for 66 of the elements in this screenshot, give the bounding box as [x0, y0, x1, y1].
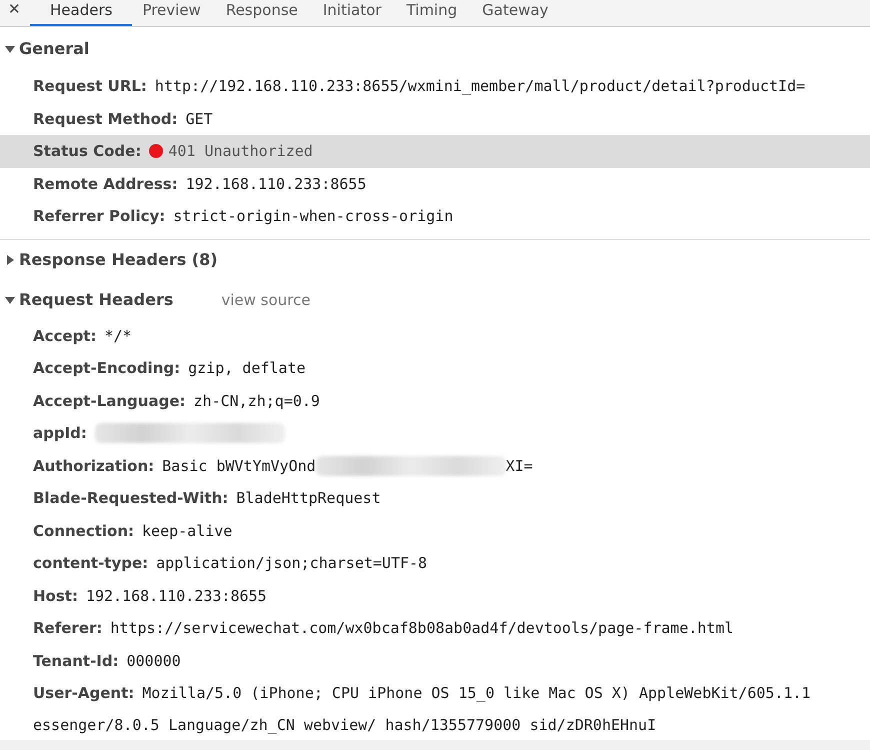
tab[interactable]: Response — [216, 0, 313, 26]
header-value: 192.168.110.233:8655 — [86, 586, 267, 605]
header-row[interactable]: Request Method: GET — [0, 102, 870, 135]
header-name: Accept-Encoding: — [33, 359, 180, 378]
header-value: 000000 — [126, 652, 181, 670]
header-name: Authorization: — [33, 456, 154, 475]
header-name: content-type: — [33, 554, 148, 572]
header-value: http://192.168.110.233:8655/wxmini_member/mall/product/detail?productId= — [154, 77, 806, 96]
header-value: Mozilla/5.0 (iPhone; CPU iPhone OS 15_0 like Mac OS X) AppleWebKit/605.1.1 — [142, 684, 811, 702]
header-name: Remote Address: — [33, 174, 178, 193]
header-row[interactable]: Accept-Encoding: gzip, deflate — [0, 352, 870, 384]
header-name: Status Code: — [33, 142, 142, 160]
tab[interactable]: Headers — [30, 0, 132, 26]
header-value: gzip, deflate — [188, 359, 306, 378]
expanded-triangle-icon[interactable] — [5, 44, 15, 54]
expanded-triangle-icon[interactable] — [5, 294, 15, 304]
collapsed-triangle-icon[interactable] — [5, 254, 15, 264]
header-row[interactable]: Connection: keep-alive — [0, 514, 870, 547]
header-row[interactable]: Authorization: Basic bWVtYmVyOnd XI= — [0, 450, 870, 482]
header-row[interactable]: Accept: */* — [0, 320, 870, 352]
header-value: BladeHttpRequest — [236, 489, 381, 508]
header-name: Blade-Requested-With: — [33, 489, 228, 508]
header-row[interactable]: Accept-Language: zh-CN,zh;q=0.9 — [0, 384, 870, 417]
header-name: Accept-Language: — [33, 392, 186, 410]
header-row[interactable]: appId: — [0, 417, 870, 450]
header-name: Accept: — [33, 326, 96, 345]
header-row[interactable]: User-Agent: Mozilla/5.0 (iPhone; CPU iPhone OS 15_0 like Mac OS X) AppleWebKit/605.1.1 — [0, 677, 870, 710]
header-name: Connection: — [33, 522, 134, 540]
section-title[interactable]: General — [19, 39, 90, 58]
view-source-link[interactable]: view source — [221, 290, 310, 308]
header-value: application/json;charset=UTF-8 — [156, 554, 428, 572]
header-name: Referer: — [33, 619, 102, 638]
header-value: 192.168.110.233:8655 — [186, 174, 366, 193]
header-name: Request URL: — [33, 77, 147, 96]
header-name: User-Agent: — [33, 684, 134, 702]
header-name: Host: — [33, 586, 78, 605]
header-value: essenger/8.0.5 Language/zh_CN webview/ hash/1355779000 sid/zDR0hEHnuI — [33, 716, 656, 734]
header-value: 401 Unauthorized — [168, 142, 313, 160]
header-value: XI= — [506, 456, 533, 475]
tab[interactable]: Preview — [132, 0, 216, 26]
header-row[interactable]: Remote Address: 192.168.110.233:8655 — [0, 168, 870, 200]
header-row[interactable]: Tenant-Id: 000000 — [0, 644, 870, 677]
tab[interactable]: Initiator — [312, 0, 396, 26]
header-value: https://servicewechat.com/wx0bcaf8b08ab0ad4f/devtools/page-frame.html — [110, 619, 734, 638]
header-value: zh-CN,zh;q=0.9 — [194, 392, 320, 410]
section-title[interactable]: Request Headers — [19, 290, 174, 309]
header-row[interactable]: content-type: application/json;charset=UTF-8 — [0, 547, 870, 580]
tab[interactable]: Timing — [396, 0, 472, 26]
header-row[interactable]: Host: 192.168.110.233:8655 — [0, 580, 870, 612]
tab[interactable]: Gateway — [472, 0, 564, 26]
header-value: keep-alive — [142, 522, 232, 540]
header-row[interactable]: Status Code: 401 Unauthorized — [0, 135, 870, 168]
close-icon[interactable]: ✕ — [0, 0, 30, 18]
section-title[interactable]: Response Headers (8) — [19, 250, 218, 269]
header-value: */* — [104, 326, 132, 345]
header-value: Basic bWVtYmVyOnd — [162, 456, 316, 475]
header-row[interactable]: Blade-Requested-With: BladeHttpRequest — [0, 482, 870, 514]
header-row[interactable]: Referrer Policy: strict-origin-when-cross-origin — [0, 200, 870, 232]
header-name: appId: — [33, 424, 87, 442]
header-row[interactable]: Request URL: http://192.168.110.233:8655/wxmini_member/mall/product/detail?productId= — [0, 70, 870, 102]
header-name: Tenant-Id: — [33, 652, 119, 670]
header-name: Request Method: — [33, 110, 178, 128]
header-value: GET — [186, 110, 213, 128]
header-row[interactable]: Referer: https://servicewechat.com/wx0bcaf8b08ab0ad4f/devtools/page-frame.html — [0, 612, 870, 644]
header-value: strict-origin-when-cross-origin — [173, 207, 454, 226]
header-name: Referrer Policy: — [33, 207, 166, 226]
